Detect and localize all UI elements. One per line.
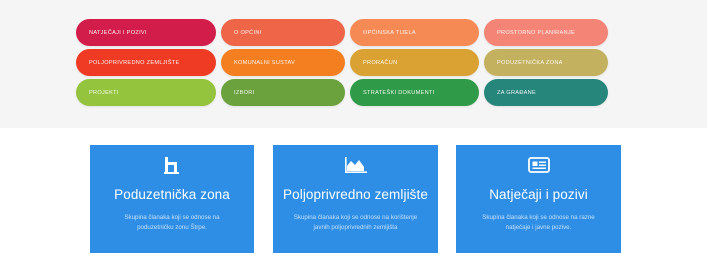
pill-label: NATJEČAJI I POZIVI xyxy=(89,29,147,36)
feature-cards: Poduzetnička zona Skupina članaka koji s… xyxy=(0,145,707,253)
pill-label: ZA GRAĐANE xyxy=(497,89,537,96)
pill-label: POLJOPRIVREDNO ZEMLJIŠTE xyxy=(89,59,180,66)
card-description: Skupina članaka koji se odnose na razne … xyxy=(482,214,595,231)
card-natjecaji-i-pozivi[interactable]: Natječaji i pozivi Skupina članaka koji … xyxy=(456,145,621,253)
pill-poljoprivredno-zemljiste[interactable]: POLJOPRIVREDNO ZEMLJIŠTE xyxy=(76,49,216,76)
pill-label: PROJEKTI xyxy=(89,89,119,96)
pill-label: PROSTORNO PLANIRANJE xyxy=(497,29,576,36)
pill-izbori[interactable]: IZBORI xyxy=(221,79,345,106)
card-description: Skupina članaka koji se odnose na korišt… xyxy=(293,214,418,231)
pill-label: PODUZETNIČKA ZONA xyxy=(497,59,563,66)
pill-strateski-dokumenti[interactable]: STRATEŠKI DOKUMENTI xyxy=(350,79,479,106)
card-poljoprivredno-zemljiste[interactable]: Poljoprivredno zemljište Skupina članaka… xyxy=(273,145,438,253)
pill-prostorno-planiranje[interactable]: PROSTORNO PLANIRANJE xyxy=(484,19,608,46)
category-pill-grid: NATJEČAJI I POZIVI O OPĆINI OPĆINSKA TIJ… xyxy=(76,19,608,106)
card-title: Poljoprivredno zemljište xyxy=(283,187,428,202)
card-description: Skupina članaka koji se odnose na poduze… xyxy=(124,214,220,231)
card-title: Natječaji i pozivi xyxy=(489,187,588,202)
pill-opcinska-tijela[interactable]: OPĆINSKA TIJELA xyxy=(350,19,479,46)
category-band: NATJEČAJI I POZIVI O OPĆINI OPĆINSKA TIJ… xyxy=(0,0,707,128)
card-title: Poduzetnička zona xyxy=(114,187,230,202)
pill-za-gradane[interactable]: ZA GRAĐANE xyxy=(484,79,608,106)
pill-label: IZBORI xyxy=(234,89,255,96)
pill-poduzetnicka-zona[interactable]: PODUZETNIČKA ZONA xyxy=(484,49,608,76)
pill-label: PRORAČUN xyxy=(363,59,398,66)
pill-o-opcini[interactable]: O OPĆINI xyxy=(221,19,345,46)
area-chart-icon xyxy=(273,155,438,175)
pill-proracun[interactable]: PRORAČUN xyxy=(350,49,479,76)
newspaper-icon xyxy=(456,155,621,175)
pill-label: O OPĆINI xyxy=(234,29,262,36)
pill-label: OPĆINSKA TIJELA xyxy=(363,29,416,36)
card-poduzetnicka-zona[interactable]: Poduzetnička zona Skupina članaka koji s… xyxy=(90,145,254,253)
pill-komunalni-sustav[interactable]: KOMUNALNI SUSTAV xyxy=(221,49,345,76)
pill-label: STRATEŠKI DOKUMENTI xyxy=(363,89,435,96)
pill-natjecaji-i-pozivi[interactable]: NATJEČAJI I POZIVI xyxy=(76,19,216,46)
pill-projekti[interactable]: PROJEKTI xyxy=(76,79,216,106)
pill-label: KOMUNALNI SUSTAV xyxy=(234,59,296,66)
building-icon xyxy=(90,155,254,175)
